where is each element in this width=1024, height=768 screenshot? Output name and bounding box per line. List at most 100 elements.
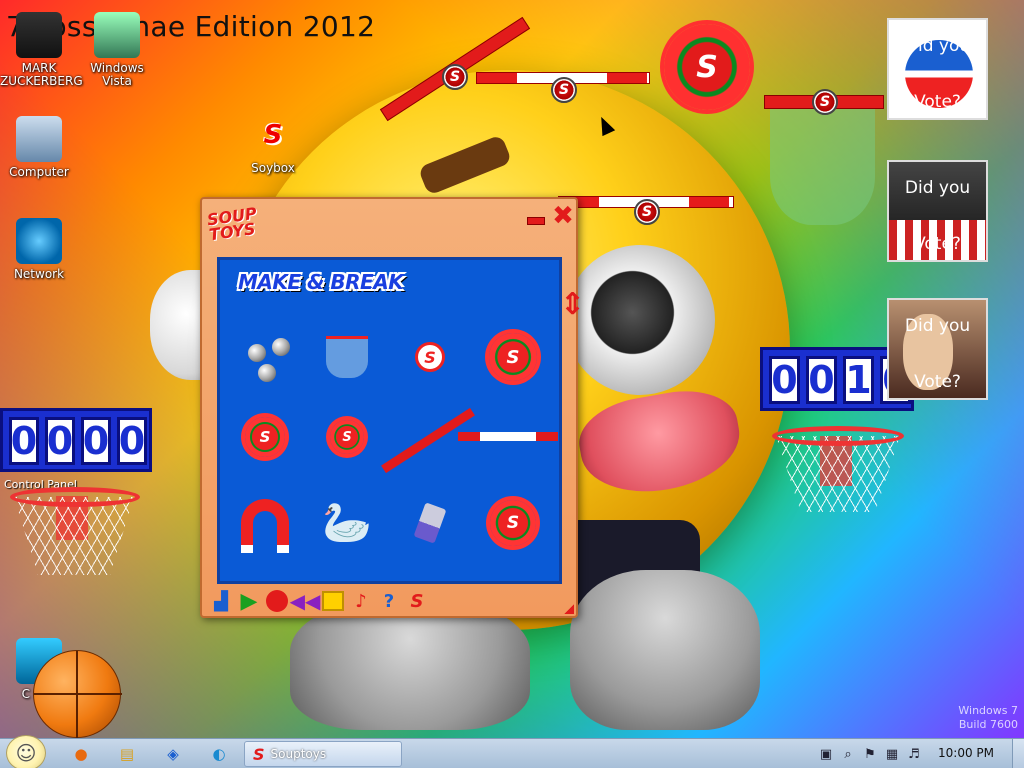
basketball-toy[interactable]: [33, 650, 122, 739]
flag-icon[interactable]: ⚑: [862, 746, 878, 762]
pin-icon[interactable]: S: [442, 64, 468, 90]
gadget-text: Did you: [904, 36, 971, 56]
desktop-icon-network[interactable]: Network: [0, 218, 78, 281]
taskbar-button-souptoys[interactable]: S Souptoys: [244, 741, 402, 767]
search-icon[interactable]: ⌕: [840, 746, 856, 762]
goose-icon: 🦢: [322, 500, 372, 546]
stick-icon: [458, 432, 558, 441]
toy-magnet[interactable]: [230, 488, 300, 558]
desktop-icon-label: MARK ZUCKERBERG: [0, 61, 83, 88]
gadget-text: Vote?: [914, 234, 961, 254]
firefox-icon[interactable]: ●: [68, 742, 94, 766]
souptoys-toolbar: ▟ ▶ ◀◀ ♪ ? S: [210, 589, 428, 614]
gadget-text: Did you: [904, 316, 971, 336]
help-icon[interactable]: ?: [378, 590, 400, 612]
glass-bucket-toy[interactable]: [770, 105, 875, 225]
score-digit: 0: [45, 417, 75, 465]
gear-icon: S: [489, 333, 537, 381]
taskbar: ☺ ● ▤ ◈ ◐ S Souptoys ▣ ⌕ ⚑ ▦ ♬ 10:00 PM: [0, 735, 1024, 768]
watermark-line: Build 7600: [958, 718, 1018, 731]
star-gear-icon: S: [330, 420, 364, 454]
toy-eraser[interactable]: [395, 488, 465, 558]
desktop-icon-soybox[interactable]: S Soybox: [234, 112, 312, 175]
desktop-icon-mark-zuckerberg[interactable]: MARK ZUCKERBERG: [0, 12, 83, 88]
edge-icon[interactable]: ◐: [206, 742, 232, 766]
box-icon[interactable]: [322, 591, 344, 611]
magnet-icon: [241, 499, 289, 553]
basketball-hoop-left[interactable]: [10, 487, 140, 507]
desktop-icon-recycle-bin[interactable]: Windows Vista: [78, 12, 156, 88]
windows-watermark: Windows 7 Build 7600: [958, 704, 1018, 732]
score-digit: 1: [843, 356, 874, 404]
basketball-hoop-right[interactable]: [772, 426, 904, 446]
play-icon[interactable]: ▶: [238, 589, 260, 614]
score-digit: 0: [9, 417, 39, 465]
tool-icon[interactable]: ▟: [210, 590, 232, 612]
desktop-icon-computer[interactable]: Computer: [0, 116, 78, 179]
toy-steel-balls[interactable]: [230, 322, 300, 392]
toy-red-gear[interactable]: S: [478, 322, 548, 392]
device-icon[interactable]: ▣: [818, 746, 834, 762]
smiley-left-shoe: [290, 600, 530, 730]
toy-grid: S S S S 🦢 S: [230, 322, 558, 572]
score-digit: 0: [806, 356, 837, 404]
desktop-icon-label: Windows Vista: [90, 61, 144, 88]
logo-line: TOYS: [207, 219, 257, 245]
gear-icon: S: [490, 500, 536, 546]
souptoys-logo: SOUP TOYS: [206, 204, 260, 245]
close-button[interactable]: ✖: [552, 203, 574, 229]
souptoys-icon: S: [253, 744, 265, 764]
gadget-text: Vote?: [914, 92, 961, 112]
toy-panel: MAKE & BREAK S S S S 🦢 S: [217, 257, 562, 584]
watermark-line: Windows 7: [958, 704, 1018, 717]
rewind-icon[interactable]: ◀◀: [290, 589, 321, 613]
soybox-icon: S: [263, 119, 283, 150]
music-icon[interactable]: ♪: [350, 590, 372, 612]
panel-heading: MAKE & BREAK: [238, 270, 404, 294]
explorer-icon[interactable]: ▤: [114, 742, 140, 766]
score-digit: 0: [769, 356, 800, 404]
vote-gadget-obama[interactable]: Did you Vote?: [887, 18, 988, 120]
network-icon: [16, 218, 62, 264]
network-tray-icon[interactable]: ▦: [884, 746, 900, 762]
show-desktop-button[interactable]: [1012, 739, 1024, 768]
toy-glass-bucket[interactable]: [312, 322, 382, 392]
smiley-right-shoe: [570, 570, 760, 730]
eraser-icon: [413, 502, 447, 544]
recycle-bin-icon: [94, 12, 140, 58]
souptoys-menu-icon[interactable]: S: [406, 590, 428, 612]
record-icon[interactable]: [266, 590, 288, 612]
red-gear-toy[interactable]: S: [664, 24, 750, 110]
bucket-icon: [326, 336, 368, 378]
taskbar-button-label: Souptoys: [270, 747, 327, 761]
desktop-icon-label: Network: [13, 267, 65, 281]
toy-blue-gear[interactable]: S: [478, 488, 548, 558]
scroll-arrows-icon[interactable]: ⇕: [560, 290, 585, 347]
minimize-button[interactable]: [527, 217, 545, 225]
pin-icon[interactable]: S: [812, 89, 838, 115]
toy-striped-stick[interactable]: [458, 402, 558, 472]
scoreboard-left: 0 0 0 0: [0, 408, 152, 472]
toy-small-red-gear[interactable]: S: [230, 402, 300, 472]
pin-icon[interactable]: S: [634, 199, 660, 225]
vote-gadget-flag[interactable]: Did you Vote?: [887, 160, 988, 262]
score-digit: 0: [81, 417, 111, 465]
pin-icon: S: [415, 342, 445, 372]
smiley-eye: [565, 245, 715, 395]
toy-goose[interactable]: 🦢: [312, 488, 382, 558]
person-icon: [16, 12, 62, 58]
toy-spiky-star[interactable]: S: [312, 402, 382, 472]
start-button[interactable]: ☺: [6, 735, 46, 768]
system-tray: ▣ ⌕ ⚑ ▦ ♬: [818, 743, 922, 765]
clock[interactable]: 10:00 PM: [938, 746, 994, 760]
computer-icon: [16, 116, 62, 162]
desktop-icon-label: Computer: [9, 165, 69, 179]
souptoys-window[interactable]: SOUP TOYS ✖ MAKE & BREAK S S S S 🦢 S ⇕ ▟…: [200, 197, 585, 618]
pin-icon[interactable]: S: [551, 77, 577, 103]
resize-grip[interactable]: [564, 604, 574, 614]
score-digit: 0: [117, 417, 147, 465]
toy-pin[interactable]: S: [395, 322, 465, 392]
volume-icon[interactable]: ♬: [906, 746, 922, 762]
shield-icon[interactable]: ◈: [160, 742, 186, 766]
vote-gadget-hillary[interactable]: Did you Vote?: [887, 298, 988, 400]
